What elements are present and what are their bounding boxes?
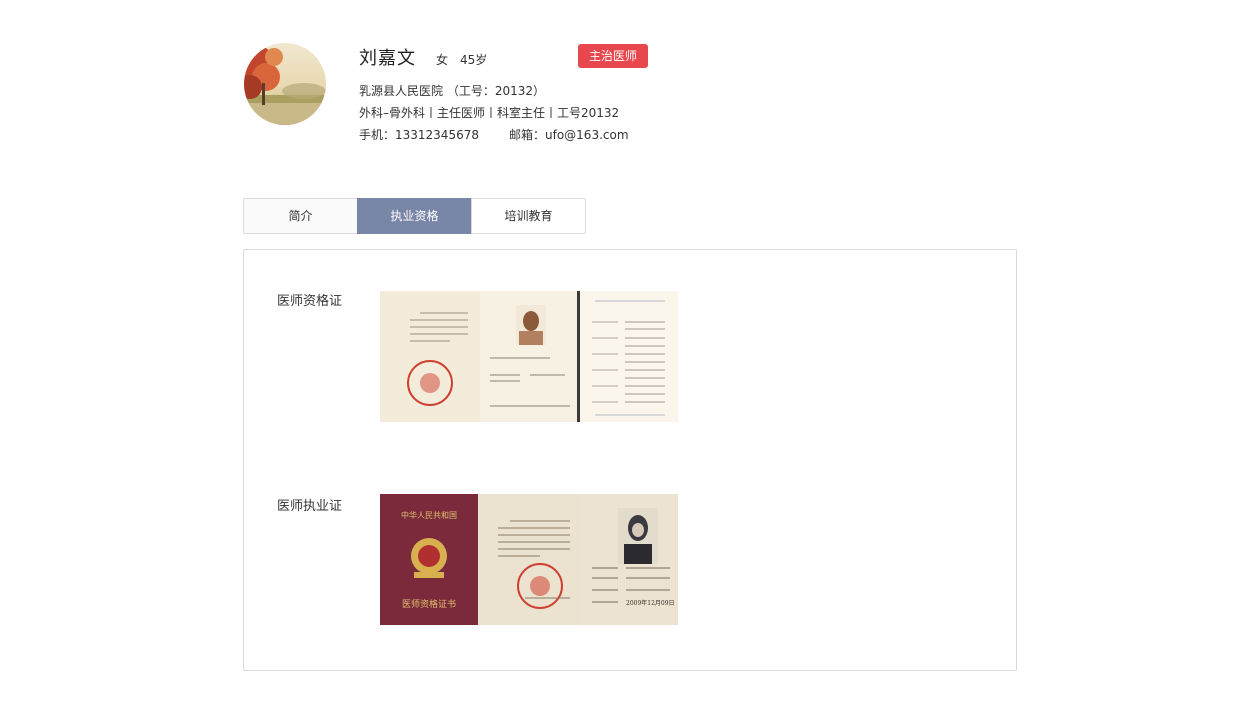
doctor-gender: 女 xyxy=(436,53,449,67)
department-line: 外科–骨外科丨主任医师丨科室主任丨工号20132 xyxy=(359,106,620,120)
cert-label-qualification: 医师资格证 xyxy=(277,294,343,309)
issue-date: 2009年12月09日 xyxy=(626,599,675,607)
cert-label-practice: 医师执业证 xyxy=(277,499,343,514)
tab-training[interactable]: 培训教育 xyxy=(471,198,586,234)
profile-tabs: 简介 执业资格 培训教育 xyxy=(243,198,586,234)
tab-intro[interactable]: 简介 xyxy=(243,198,358,234)
tab-qualification[interactable]: 执业资格 xyxy=(357,198,472,234)
qualification-certificate-image[interactable] xyxy=(380,291,678,422)
email-line: 邮箱：ufo@163.com xyxy=(509,128,629,142)
doctor-name: 刘嘉文 xyxy=(359,48,416,69)
title-badge: 主治医师 xyxy=(578,44,648,68)
doctor-avatar xyxy=(244,43,326,125)
phone-line: 手机：13312345678 xyxy=(359,128,479,142)
cover-title: 中华人民共和国 xyxy=(401,510,457,520)
cover-subtitle: 医师资格证书 xyxy=(402,598,456,610)
qualification-panel: 医师资格证 医师执业证 中华人民共和国 医师资格证书 2009年12月09日 xyxy=(243,249,1017,671)
practice-certificate-image[interactable]: 中华人民共和国 医师资格证书 2009年12月09日 xyxy=(380,494,678,625)
doctor-age: 45岁 xyxy=(460,53,488,67)
hospital-line: 乳源县人民医院 （工号：20132） xyxy=(359,84,545,98)
